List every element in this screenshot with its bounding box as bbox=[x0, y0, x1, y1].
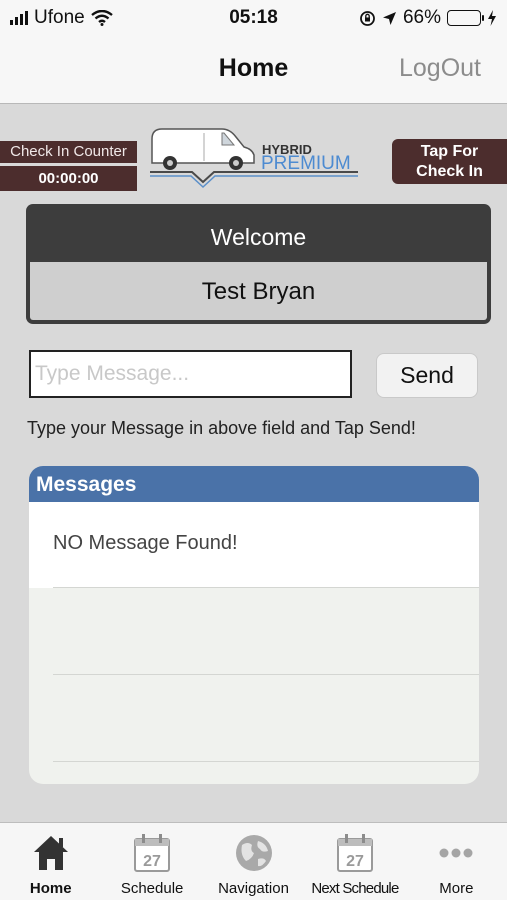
tab-schedule-label: Schedule bbox=[120, 880, 184, 897]
charging-bolt-icon bbox=[488, 10, 496, 26]
send-button[interactable]: Send bbox=[376, 353, 478, 398]
status-right: 66% bbox=[359, 7, 497, 29]
no-message-text: NO Message Found! bbox=[53, 532, 238, 554]
battery-percent: 66% bbox=[402, 7, 441, 28]
user-name: Test Bryan bbox=[30, 262, 487, 320]
location-arrow-icon bbox=[382, 11, 396, 25]
divider bbox=[53, 587, 479, 588]
top-bar: Ufone 05:18 66% Home LogOut bbox=[0, 0, 507, 104]
tab-more-label: More bbox=[439, 880, 474, 897]
message-row: NO Message Found! bbox=[29, 502, 479, 588]
home-icon bbox=[33, 836, 68, 870]
check-in-counter: Check In Counter 00:00:00 bbox=[0, 141, 137, 191]
message-input[interactable] bbox=[29, 350, 352, 398]
tab-next-schedule[interactable]: 27 Next Schedule bbox=[304, 823, 405, 900]
check-in-counter-label: Check In Counter bbox=[0, 141, 137, 163]
divider bbox=[53, 674, 479, 675]
status-bar: Ufone 05:18 66% bbox=[0, 0, 507, 36]
calendar-day: 27 bbox=[346, 853, 364, 870]
tap-for-check-in-button[interactable]: Tap For Check In bbox=[392, 139, 507, 184]
tab-home[interactable]: Home bbox=[0, 823, 101, 900]
welcome-card: Welcome Test Bryan bbox=[26, 204, 491, 324]
messages-header: Messages bbox=[29, 466, 479, 502]
tab-schedule[interactable]: 27 Schedule bbox=[101, 823, 202, 900]
tab-bar: Home 27 Schedule Navigation 27 Next Sche… bbox=[0, 822, 507, 900]
globe-icon bbox=[235, 835, 272, 871]
messages-panel: Messages NO Message Found! bbox=[29, 466, 479, 784]
battery-icon bbox=[447, 10, 484, 26]
tab-navigation-label: Navigation bbox=[218, 880, 289, 897]
logout-button[interactable]: LogOut bbox=[399, 54, 481, 83]
tap-line1: Tap For bbox=[420, 143, 479, 160]
message-hint: Type your Message in above field and Tap… bbox=[27, 418, 416, 438]
more-dots-icon bbox=[439, 848, 473, 858]
tab-next-schedule-label: Next Schedule bbox=[311, 880, 399, 897]
calendar-icon: 27 bbox=[336, 834, 373, 872]
tab-home-label: Home bbox=[29, 880, 72, 897]
hybrid-premium-logo: HYBRID PREMIUM bbox=[150, 128, 358, 189]
logo-line2: PREMIUM bbox=[261, 153, 351, 174]
tap-line2: Check In bbox=[416, 163, 483, 180]
divider bbox=[53, 761, 479, 762]
calendar-day: 27 bbox=[143, 853, 161, 870]
tab-navigation[interactable]: Navigation bbox=[203, 823, 304, 900]
tab-more[interactable]: More bbox=[406, 823, 507, 900]
orientation-lock-icon bbox=[360, 10, 375, 26]
welcome-title: Welcome bbox=[210, 224, 307, 250]
check-in-counter-time: 00:00:00 bbox=[0, 166, 137, 191]
calendar-icon: 27 bbox=[134, 834, 171, 872]
